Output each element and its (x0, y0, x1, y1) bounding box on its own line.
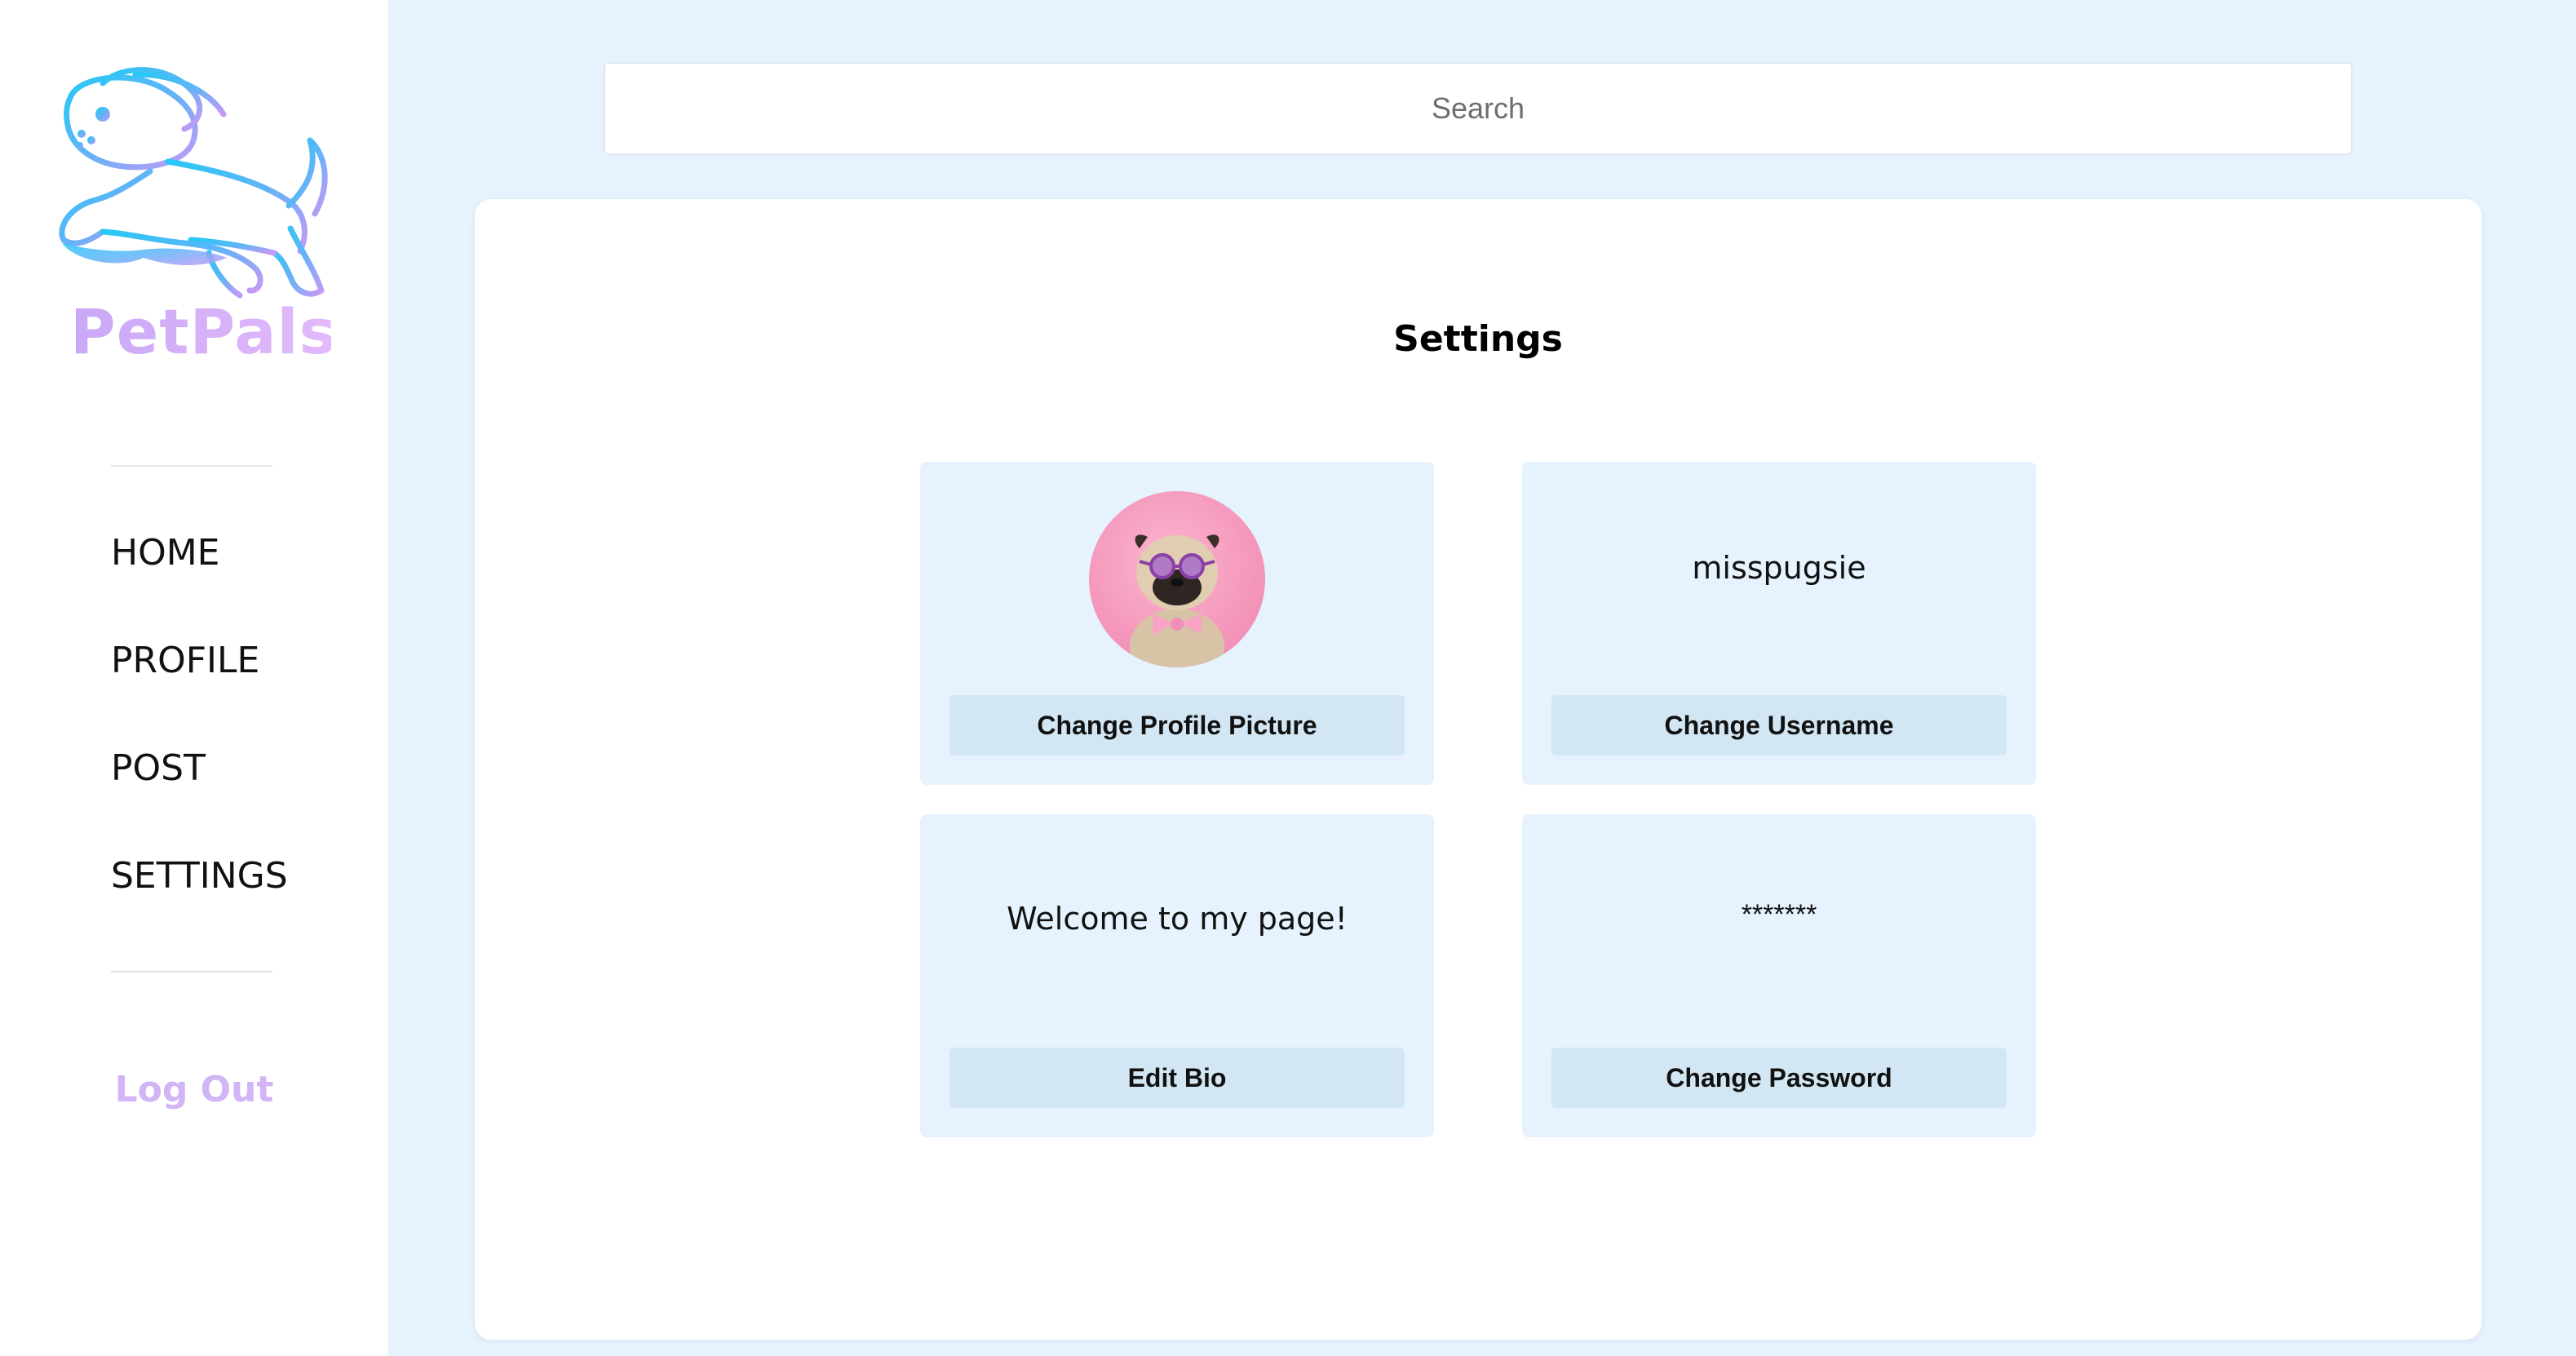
avatar[interactable] (1089, 491, 1265, 667)
brand-name: PetPals (70, 295, 337, 368)
nav-item-post[interactable]: POST (111, 738, 356, 845)
nav-item-home[interactable]: HOME (111, 522, 356, 630)
pug-avatar-icon (1130, 534, 1224, 667)
bio-tile: Welcome to my page! Edit Bio (920, 814, 1434, 1137)
username-value: misspugsie (1692, 550, 1866, 586)
nav-item-profile[interactable]: PROFILE (111, 630, 356, 738)
app: PetPals HOME PROFILE POST SETTINGS Log O… (0, 0, 2576, 1356)
nav-item-settings[interactable]: SETTINGS (111, 845, 356, 953)
nav-divider-top (111, 465, 272, 467)
search-bar (604, 62, 2352, 155)
search-input[interactable] (605, 64, 2351, 153)
page-title: Settings (1393, 318, 1563, 360)
settings-panel: Settings Change Profile Picture misspugs… (475, 199, 2481, 1340)
jumping-dog-logo-icon (59, 67, 328, 299)
logout-link[interactable]: Log Out (0, 1069, 388, 1110)
username-tile: misspugsie Change Username (1522, 462, 2036, 785)
edit-bio-button[interactable]: Edit Bio (949, 1048, 1405, 1108)
nav-divider-bottom (111, 971, 272, 973)
sidebar: PetPals HOME PROFILE POST SETTINGS Log O… (0, 0, 388, 1356)
logo[interactable]: PetPals (46, 65, 339, 375)
bio-value: Welcome to my page! (1007, 901, 1348, 937)
change-profile-picture-button[interactable]: Change Profile Picture (949, 695, 1405, 756)
password-value: ******* (1741, 899, 1817, 930)
change-username-button[interactable]: Change Username (1551, 695, 2007, 756)
nav-list: HOME PROFILE POST SETTINGS (111, 522, 356, 953)
password-tile: ******* Change Password (1522, 814, 2036, 1137)
change-password-button[interactable]: Change Password (1551, 1048, 2007, 1108)
profile-picture-tile: Change Profile Picture (920, 462, 1434, 785)
